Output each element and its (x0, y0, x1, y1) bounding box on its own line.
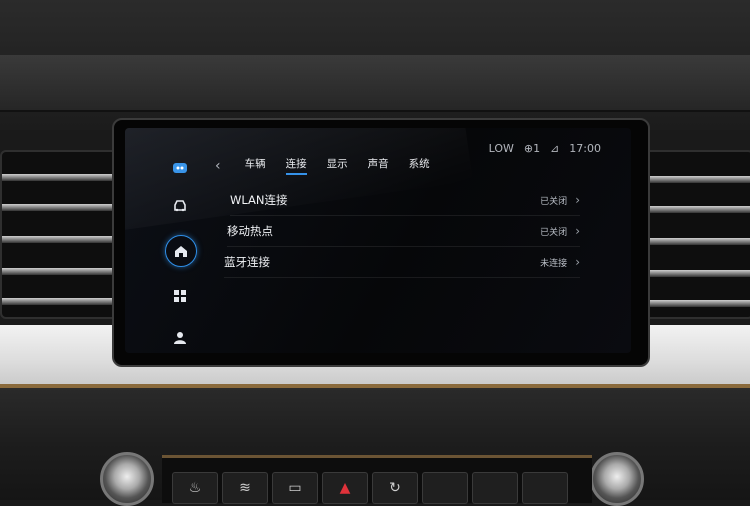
settings-row-bluetooth[interactable]: 蓝牙连接 未连接 › (224, 247, 580, 278)
tab-connection[interactable]: 连接 (276, 156, 317, 175)
back-chevron-icon[interactable]: ‹ (215, 158, 221, 174)
tab-display[interactable]: 显示 (317, 156, 358, 175)
climate-button-panel: ♨ ≋ ▭ ▲ ↻ (162, 455, 592, 504)
tab-system[interactable]: 系统 (399, 156, 440, 175)
seat-heat-button[interactable]: ♨ (172, 472, 218, 504)
dashboard-band (0, 55, 750, 112)
status-signal: ⊿ (550, 142, 560, 155)
chevron-right-icon: › (575, 193, 580, 207)
settings-row-wlan[interactable]: WLAN连接 已关闭 › (230, 185, 580, 216)
row-label: 蓝牙连接 (224, 255, 270, 269)
tab-sound[interactable]: 声音 (358, 156, 399, 175)
sidebar (165, 153, 197, 348)
row-value: 未连接 (540, 258, 568, 269)
infotainment-screen: LOW ⊕1 ⊿ 17:00 ‹ 车辆 连接 显示 声音 系统 WLAN连接 已… (125, 128, 631, 353)
tab-vehicle[interactable]: 车辆 (235, 156, 276, 175)
air-vent-left (0, 150, 129, 319)
status-low: LOW (488, 142, 514, 155)
panel-button-8[interactable] (522, 472, 568, 504)
rear-defrost-button[interactable]: ▭ (272, 472, 318, 504)
right-knob[interactable] (590, 452, 644, 506)
status-clock: 17:00 (569, 142, 601, 155)
user-icon[interactable] (165, 323, 195, 353)
left-knob[interactable] (100, 452, 154, 506)
row-label: WLAN连接 (230, 193, 288, 207)
row-value: 已关闭 (540, 227, 568, 238)
panel-button-6[interactable] (422, 472, 468, 504)
media-icon[interactable] (165, 153, 195, 183)
chevron-right-icon: › (575, 255, 580, 269)
chevron-right-icon: › (575, 224, 580, 238)
status-bar: LOW ⊕1 ⊿ 17:00 (489, 142, 601, 155)
row-value: 已关闭 (540, 196, 568, 207)
settings-tabs: ‹ 车辆 连接 显示 声音 系统 (215, 156, 440, 175)
car-icon[interactable] (165, 191, 195, 221)
status-temp: ⊕1 (523, 142, 541, 155)
settings-row-hotspot[interactable]: 移动热点 已关闭 › (227, 216, 580, 247)
hazard-button[interactable]: ▲ (322, 472, 368, 504)
apps-icon[interactable] (165, 281, 195, 311)
recirculation-button[interactable]: ↻ (372, 472, 418, 504)
air-vent-right (640, 150, 750, 319)
panel-button-7[interactable] (472, 472, 518, 504)
home-icon[interactable] (165, 235, 197, 267)
row-label: 移动热点 (227, 224, 273, 238)
front-defrost-button[interactable]: ≋ (222, 472, 268, 504)
